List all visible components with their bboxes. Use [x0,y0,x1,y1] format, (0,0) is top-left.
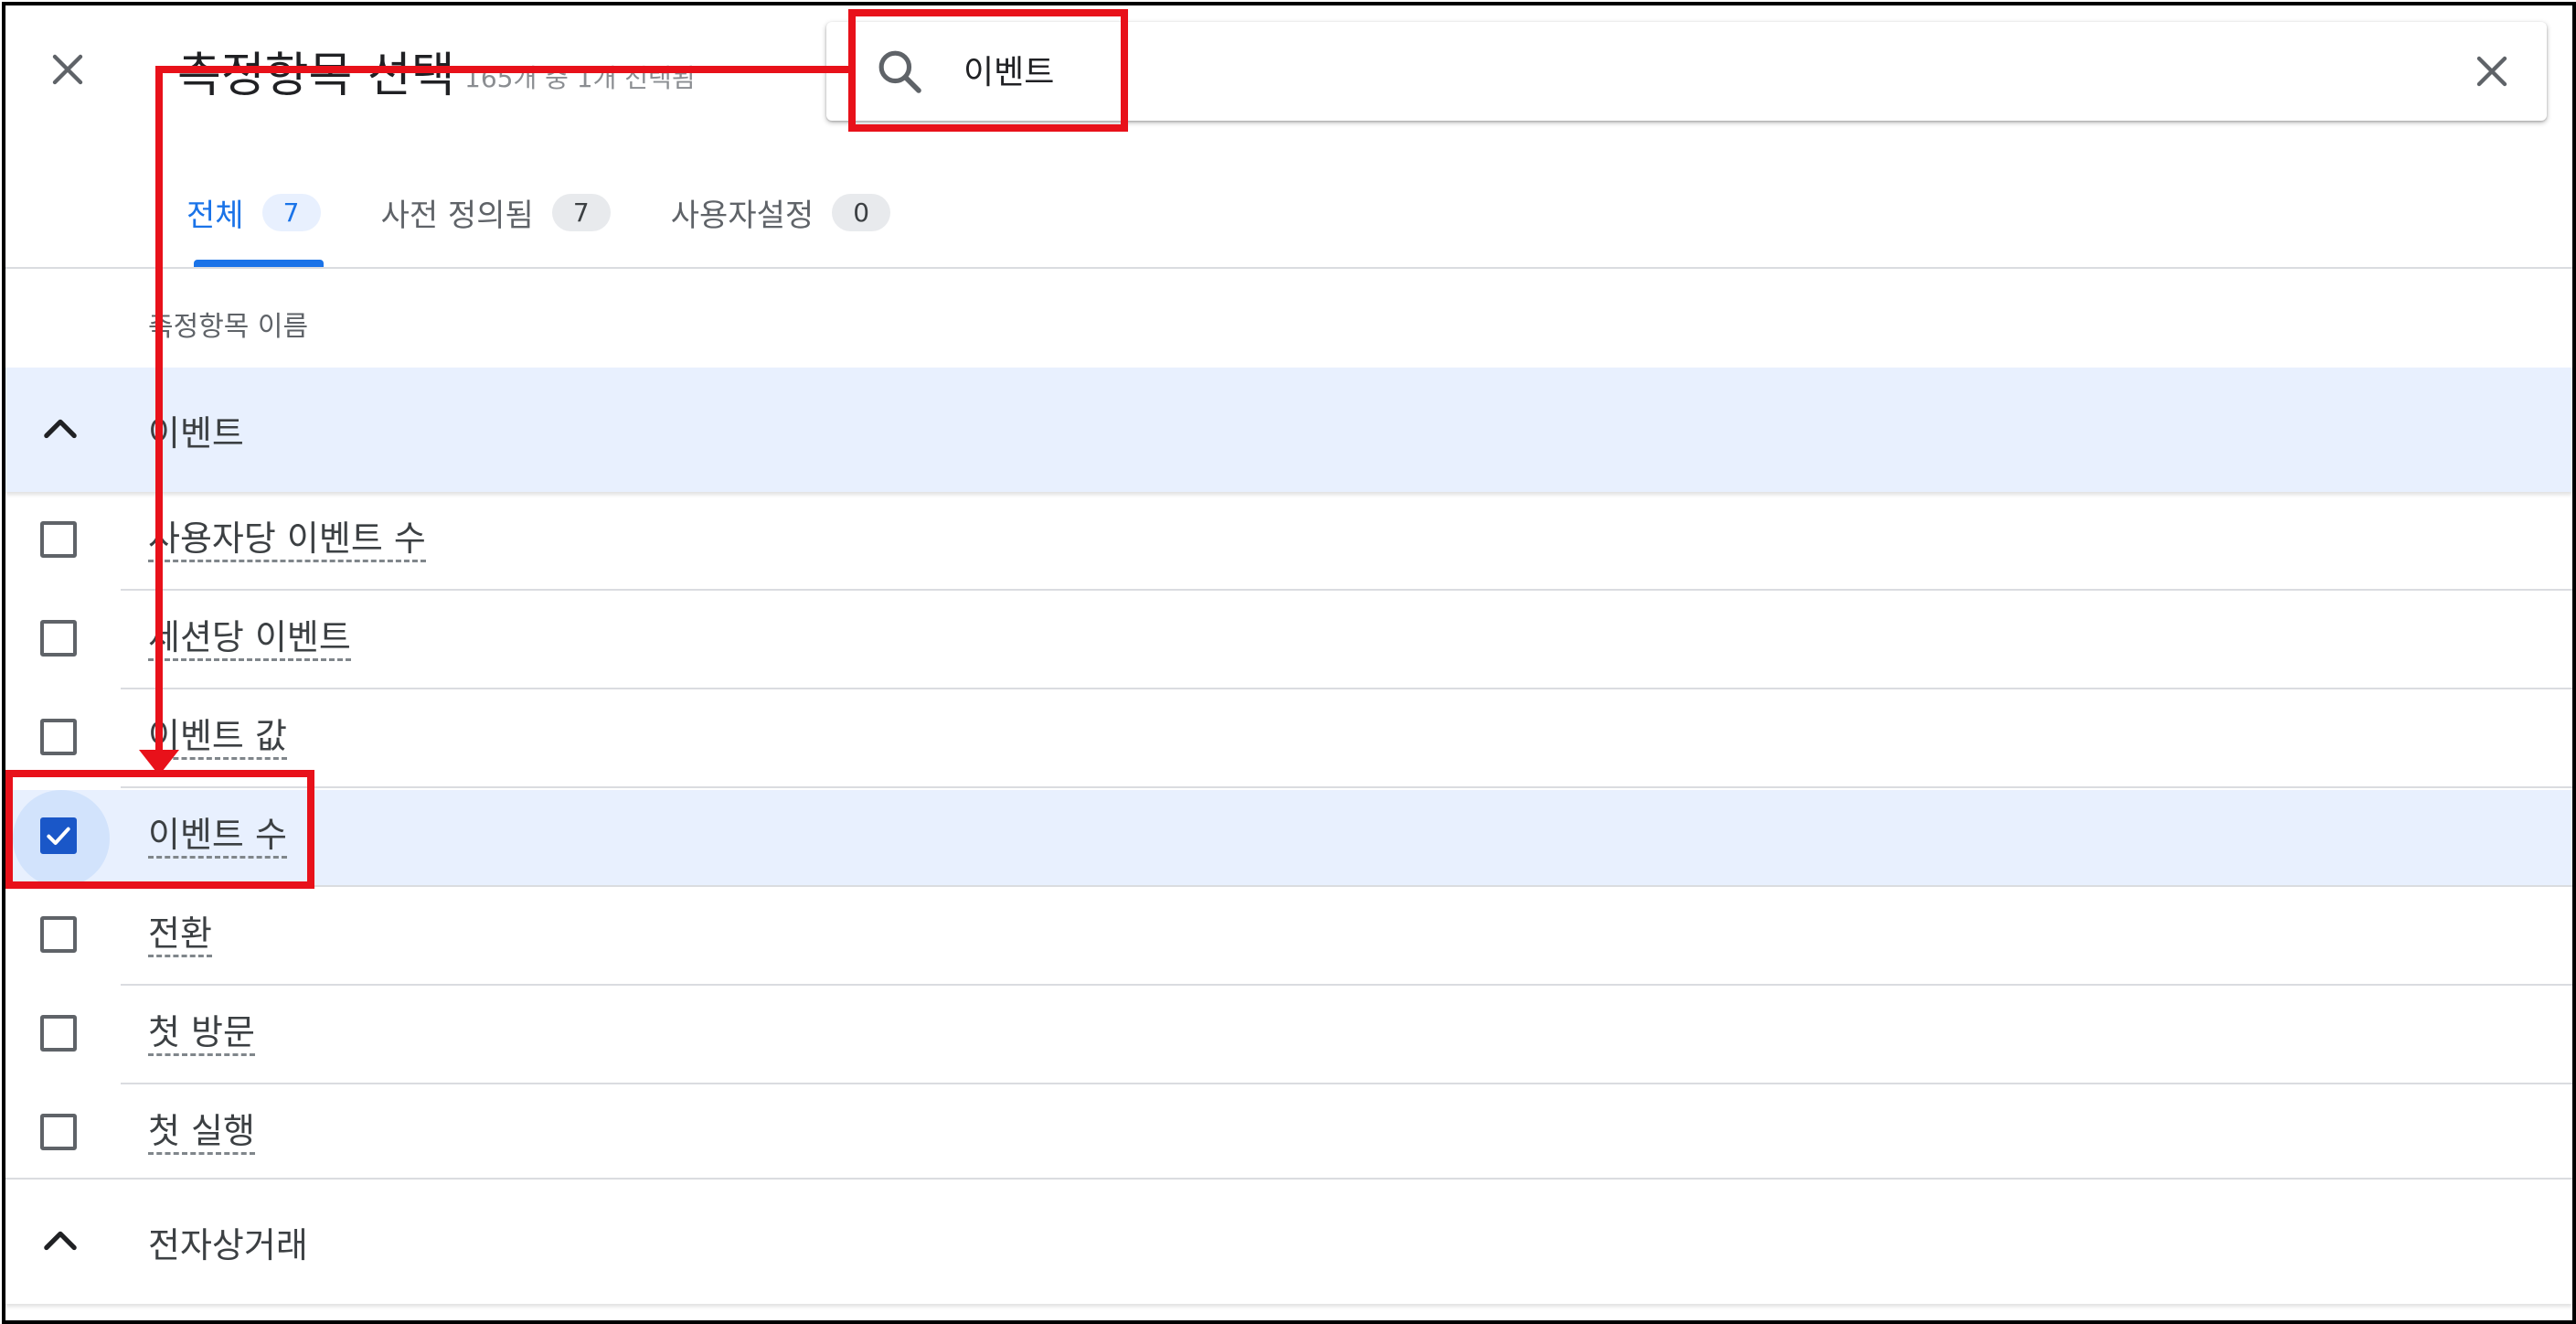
collapse-group-button[interactable] [33,402,88,457]
search-bar [826,22,2547,121]
metric-row[interactable]: 사용자당 이벤트 수 [5,494,2572,591]
metric-label: 이벤트 값 [148,717,287,760]
metric-checkbox[interactable] [40,1114,77,1150]
group-label: 전자상거래 [148,1224,308,1265]
count-badge: 7 [261,193,321,231]
metric-row[interactable]: 첫 실행 [5,1086,2572,1183]
tab-bar: 전체 7 사전 정의됨 7 사용자설정 0 [186,179,891,245]
tab-label: 전체 [186,197,244,234]
metric-checkbox[interactable] [40,521,77,558]
selection-count: 165개 중 1개 선택됨 [464,63,696,93]
search-input[interactable] [963,42,2335,97]
clear-search-button[interactable] [2463,42,2521,101]
close-dialog-button[interactable] [40,42,95,97]
tab-divider [5,267,2572,269]
metric-checkbox[interactable] [40,916,77,953]
chevron-up-icon [44,1231,77,1251]
search-icon [878,50,921,93]
check-icon [47,827,70,845]
metric-row[interactable]: 이벤트 값 [5,691,2572,788]
count-badge: 7 [551,193,611,231]
group-label: 이벤트 [148,412,244,454]
active-tab-indicator [194,260,324,267]
metric-label: 첫 방문 [148,1013,255,1056]
tab-all[interactable]: 전체 7 [186,179,321,245]
metric-row[interactable]: 첫 방문 [5,988,2572,1084]
group-row-events[interactable]: 이벤트 [5,368,2572,492]
dialog-title: 측정항목 선택 [177,48,455,103]
row-divider [121,786,2572,788]
row-divider [121,984,2572,986]
row-divider [121,688,2572,689]
metric-label: 전환 [148,914,212,957]
metric-label: 이벤트 수 [148,816,287,859]
tab-label: 사용자설정 [670,197,814,234]
tab-custom[interactable]: 사용자설정 0 [670,179,891,245]
column-header-metric-name: 측정항목 이름 [148,311,309,343]
metric-label: 세션당 이벤트 [148,618,351,661]
tab-label: 사전 정의됨 [380,197,534,234]
row-divider [121,589,2572,591]
close-icon [52,54,83,85]
chevron-up-icon [44,419,77,439]
count-badge: 0 [832,193,891,231]
metric-checkbox-checked[interactable] [40,817,77,854]
metric-checkbox[interactable] [40,620,77,657]
collapse-group-button[interactable] [33,1214,88,1269]
metric-label: 사용자당 이벤트 수 [148,519,426,562]
clear-icon [2476,56,2507,87]
metric-label: 첫 실행 [148,1112,255,1155]
metric-row[interactable]: 전환 [5,889,2572,986]
group-row-ecommerce[interactable]: 전자상거래 [5,1178,2572,1304]
tab-predefined[interactable]: 사전 정의됨 7 [381,179,611,245]
metric-checkbox[interactable] [40,1015,77,1052]
metric-checkbox[interactable] [40,719,77,755]
row-divider [121,1083,2572,1084]
row-divider [121,885,2572,887]
metric-picker-dialog: 측정항목 선택 165개 중 1개 선택됨 전체 7 사전 정의됨 7 사용자설… [2,2,2576,1324]
metric-row-selected[interactable]: 이벤트 수 [5,790,2572,887]
metric-row[interactable]: 세션당 이벤트 [5,593,2572,689]
